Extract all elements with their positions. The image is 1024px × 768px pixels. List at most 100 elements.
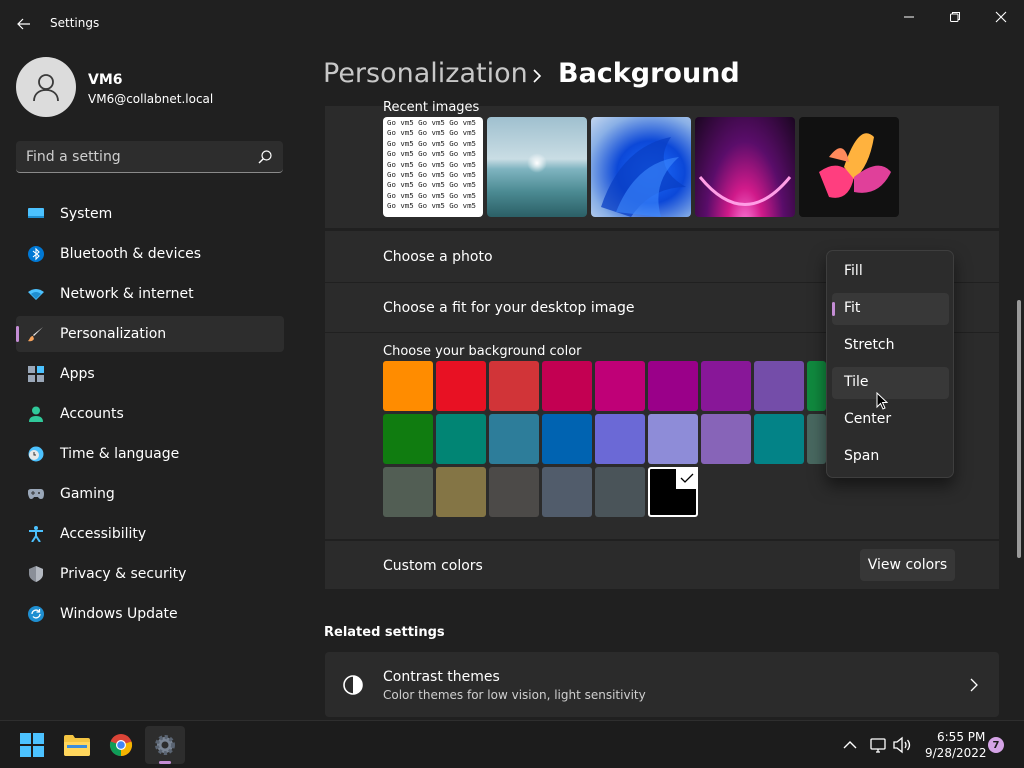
color-swatch[interactable]	[436, 467, 486, 517]
sidebar-item-system[interactable]: System	[16, 196, 284, 232]
file-explorer-button[interactable]	[57, 726, 97, 764]
choose-fit-label: Choose a fit for your desktop image	[383, 300, 635, 316]
color-swatch[interactable]	[489, 467, 539, 517]
recent-images-label: Recent images	[383, 100, 480, 115]
custom-colors-label: Custom colors	[383, 558, 483, 574]
color-swatch[interactable]	[754, 414, 804, 464]
app-title: Settings	[50, 16, 100, 30]
network-icon	[28, 289, 44, 300]
fit-option-span[interactable]: Span	[832, 441, 949, 473]
checkmark-icon	[676, 467, 698, 489]
search-input[interactable]	[26, 141, 246, 172]
sidebar-item-gaming[interactable]: Gaming	[16, 476, 284, 512]
sidebar-item-label: System	[60, 206, 113, 222]
back-arrow-icon	[17, 18, 30, 30]
color-swatch[interactable]	[701, 414, 751, 464]
fit-option-fill[interactable]: Fill	[832, 256, 949, 288]
sidebar-item-label: Privacy & security	[60, 566, 187, 582]
sidebar-item-apps[interactable]: Apps	[16, 356, 284, 392]
color-swatch[interactable]	[595, 414, 645, 464]
recent-image-5[interactable]	[799, 117, 899, 217]
clock-date[interactable]: 9/28/2022	[925, 746, 987, 760]
color-swatch[interactable]	[542, 414, 592, 464]
fit-option-stretch[interactable]: Stretch	[832, 330, 949, 362]
color-swatch[interactable]	[542, 361, 592, 411]
bluetooth-icon	[28, 246, 44, 262]
color-swatch[interactable]	[807, 414, 826, 464]
sidebar-item-label: Bluetooth & devices	[60, 246, 202, 262]
chrome-icon	[109, 734, 133, 757]
settings-taskbar-button[interactable]	[145, 726, 185, 764]
color-swatch[interactable]	[489, 414, 539, 464]
color-swatch[interactable]	[701, 361, 751, 411]
search-box[interactable]	[16, 141, 283, 173]
volume-icon[interactable]	[892, 735, 912, 755]
user-icon	[33, 74, 59, 102]
color-swatch[interactable]	[436, 361, 486, 411]
system-icon	[28, 208, 44, 218]
sidebar-item-time-language[interactable]: Time & language	[16, 436, 284, 472]
notification-badge[interactable]: 7	[988, 737, 1004, 753]
contrast-icon	[343, 675, 363, 695]
shield-icon	[29, 566, 43, 582]
sidebar-item-windows-update[interactable]: Windows Update	[16, 596, 284, 632]
color-swatch[interactable]	[542, 467, 592, 517]
fit-option-fit[interactable]: Fit	[832, 293, 949, 325]
sidebar-item-accessibility[interactable]: Accessibility	[16, 516, 284, 552]
bloom-shape	[601, 137, 686, 217]
color-swatch[interactable]	[648, 467, 698, 517]
color-swatch[interactable]	[383, 361, 433, 411]
avatar[interactable]	[16, 57, 76, 117]
apps-icon	[28, 366, 44, 382]
sidebar-item-privacy[interactable]: Privacy & security	[16, 556, 284, 592]
restore-button[interactable]	[932, 4, 978, 30]
search-icon[interactable]	[257, 149, 273, 165]
restore-icon	[950, 12, 960, 22]
recent-image-2[interactable]	[487, 117, 587, 217]
sidebar-item-label: Network & internet	[60, 286, 194, 302]
sidebar-item-label: Personalization	[60, 326, 167, 342]
close-button[interactable]	[978, 4, 1024, 30]
recent-image-4[interactable]	[695, 117, 795, 217]
recent-image-1[interactable]: Go vm5 Go vm5 Go vm5 Go vm5 Go vm5 Go vm…	[383, 117, 483, 217]
clock-time[interactable]: 6:55 PM	[937, 730, 985, 744]
breadcrumb-parent[interactable]: Personalization	[323, 58, 528, 89]
color-swatch[interactable]	[595, 361, 645, 411]
sidebar-item-label: Gaming	[60, 486, 115, 502]
color-swatch[interactable]	[648, 414, 698, 464]
view-colors-button[interactable]: View colors	[860, 549, 955, 581]
sidebar-item-accounts[interactable]: Accounts	[16, 396, 284, 432]
color-swatch[interactable]	[436, 414, 486, 464]
choose-photo-label: Choose a photo	[383, 249, 493, 265]
sidebar-item-network[interactable]: Network & internet	[16, 276, 284, 312]
back-button[interactable]	[10, 10, 38, 38]
active-app-indicator	[159, 761, 171, 764]
chrome-button[interactable]	[101, 726, 141, 764]
color-swatch[interactable]	[489, 361, 539, 411]
start-button[interactable]	[12, 726, 52, 764]
contrast-themes-title: Contrast themes	[383, 669, 500, 685]
accessibility-icon	[29, 526, 43, 542]
chevron-up-icon[interactable]	[840, 735, 860, 755]
sidebar-item-label: Accessibility	[60, 526, 147, 542]
choose-color-label: Choose your background color	[383, 344, 582, 359]
scrollbar-thumb[interactable]	[1017, 300, 1021, 558]
title-bar: Settings	[0, 0, 1024, 48]
brush-icon	[28, 327, 43, 342]
sidebar-item-personalization[interactable]: Personalization	[16, 316, 284, 352]
sidebar-item-bluetooth[interactable]: Bluetooth & devices	[16, 236, 284, 272]
fit-option-center[interactable]: Center	[832, 404, 949, 436]
color-swatch[interactable]	[383, 414, 433, 464]
color-swatch[interactable]	[383, 467, 433, 517]
time-language-icon	[28, 446, 44, 462]
recent-image-3[interactable]	[591, 117, 691, 217]
fit-option-tile[interactable]: Tile	[832, 367, 949, 399]
color-swatch[interactable]	[754, 361, 804, 411]
color-swatch[interactable]	[648, 361, 698, 411]
network-tray-icon[interactable]	[868, 735, 888, 755]
color-swatch[interactable]	[807, 361, 826, 411]
profile-name: VM6	[88, 72, 123, 88]
minimize-icon	[904, 16, 914, 18]
color-swatch[interactable]	[595, 467, 645, 517]
minimize-button[interactable]	[886, 4, 932, 30]
